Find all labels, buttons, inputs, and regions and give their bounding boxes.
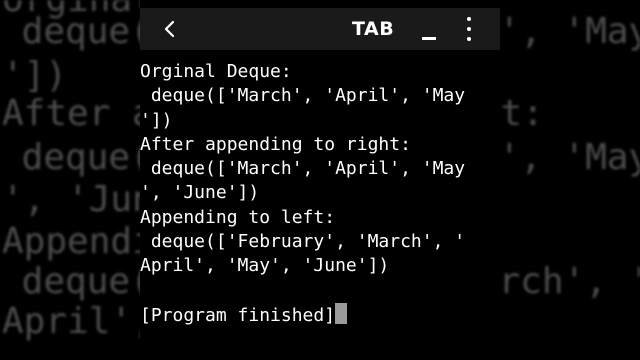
output-line: Appending to left:: [140, 206, 336, 228]
output-line: Orginal Deque:: [140, 61, 292, 82]
terminal-toolbar: TAB: [140, 8, 500, 50]
output-line: deque(['February', 'March', ': [140, 231, 466, 253]
program-finished-text: [Program finished]: [140, 304, 336, 326]
output-line: deque(['March', 'April', 'May: [140, 85, 466, 107]
terminal-window: TAB Orginal Deque: deque(['March', 'Apri…: [140, 0, 500, 360]
output-line: April', 'May', 'June']): [140, 255, 390, 277]
more-dot: [467, 27, 471, 31]
output-line: deque(['March', 'April', 'May: [140, 158, 466, 180]
minimize-icon[interactable]: [422, 26, 436, 40]
output-line: After appending to right:: [140, 133, 411, 155]
tab-button[interactable]: TAB: [352, 8, 394, 50]
prompt-line: [Program finished]: [140, 302, 500, 327]
chevron-left-icon: [164, 20, 175, 38]
terminal-output[interactable]: Orginal Deque: deque(['March', 'April', …: [140, 60, 500, 327]
back-button[interactable]: [156, 13, 182, 45]
more-dot: [467, 17, 471, 21]
output-line: ', 'June']): [140, 182, 260, 204]
output-line: ']): [140, 109, 173, 131]
more-vert-icon[interactable]: [460, 17, 478, 41]
background-line: ']): [2, 55, 68, 96]
terminal-cursor: [335, 302, 348, 324]
more-dot: [467, 37, 471, 41]
